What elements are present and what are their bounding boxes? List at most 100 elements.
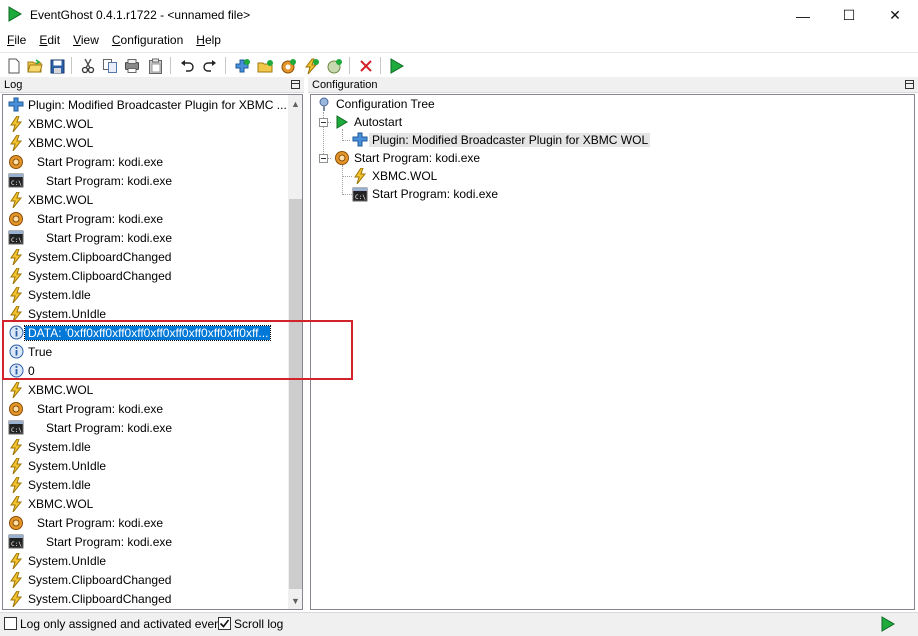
open-folder-icon [27, 59, 43, 73]
autostart-play-icon [333, 113, 351, 131]
redo-button[interactable] [200, 56, 220, 76]
add-event-icon [304, 58, 319, 74]
event-icon [7, 590, 25, 608]
collapse-macro-icon[interactable] [319, 154, 328, 163]
log-row-text: System.UnIdle [28, 553, 107, 568]
minimize-button[interactable]: — [780, 0, 826, 31]
add-action-button[interactable] [324, 56, 344, 76]
log-row[interactable]: Plugin: Modified Broadcaster Plugin for … [3, 95, 288, 114]
tree-item-autostart[interactable]: Autostart [333, 113, 404, 131]
log-row-text: Start Program: kodi.exe [46, 230, 173, 245]
status-bar: Log only assigned and activated events S… [0, 612, 918, 636]
cut-icon [81, 58, 95, 74]
log-row[interactable]: Start Program: kodi.exe [3, 152, 288, 171]
event-icon [7, 286, 25, 304]
tree-item-action[interactable]: C:\ Start Program: kodi.exe [351, 185, 500, 203]
log-row[interactable]: XBMC.WOL [3, 114, 288, 133]
save-button[interactable] [47, 56, 67, 76]
tree-plugin-label: Plugin: Modified Broadcaster Plugin for … [369, 133, 651, 147]
log-row[interactable]: System.ClipboardChanged [3, 266, 288, 285]
python-button[interactable] [122, 56, 142, 76]
macro-icon [7, 514, 25, 532]
execute-icon [390, 58, 404, 74]
log-row[interactable]: C:\ Start Program: kodi.exe [3, 171, 288, 190]
scroll-down-icon[interactable]: ▼ [288, 592, 302, 609]
log-row-text: XBMC.WOL [28, 192, 94, 207]
log-row[interactable]: System.Idle [3, 437, 288, 456]
undo-button[interactable] [177, 56, 197, 76]
add-macro-button[interactable] [278, 56, 298, 76]
plugin-icon [351, 131, 369, 149]
svg-text:C:\: C:\ [11, 427, 22, 434]
tree-item-root[interactable]: Configuration Tree [315, 95, 437, 113]
tree-item-event[interactable]: XBMC.WOL [351, 167, 439, 185]
config-panel-header: Configuration [308, 77, 918, 93]
window-title: EventGhost 0.4.1.r1722 - <unnamed file> [30, 8, 251, 22]
tree-item-macro[interactable]: Start Program: kodi.exe [333, 149, 482, 167]
event-icon [351, 167, 369, 185]
log-row[interactable]: Start Program: kodi.exe [3, 399, 288, 418]
svg-text:C:\: C:\ [11, 180, 22, 187]
scroll-log-checkbox[interactable] [218, 617, 231, 630]
log-row-text: Plugin: Modified Broadcaster Plugin for … [28, 97, 287, 112]
execute-button[interactable] [387, 56, 407, 76]
tree-item-plugin[interactable]: Plugin: Modified Broadcaster Plugin for … [351, 131, 651, 149]
event-icon [7, 438, 25, 456]
event-icon [7, 115, 25, 133]
log-row[interactable]: System.Idle [3, 475, 288, 494]
macro-icon [7, 210, 25, 228]
log-row[interactable]: C:\ Start Program: kodi.exe [3, 532, 288, 551]
log-row[interactable]: System.ClipboardChanged [3, 570, 288, 589]
log-row[interactable]: XBMC.WOL [3, 190, 288, 209]
scroll-log-label: Scroll log [234, 617, 284, 631]
close-window-button[interactable]: ✕ [872, 0, 918, 31]
log-row[interactable]: System.ClipboardChanged [3, 247, 288, 266]
menu-help[interactable]: Help [189, 31, 227, 51]
plugin-icon [7, 96, 25, 114]
paste-button[interactable] [145, 56, 165, 76]
log-row[interactable]: Start Program: kodi.exe [3, 209, 288, 228]
add-plugin-button[interactable] [232, 56, 252, 76]
delete-icon [360, 60, 372, 72]
log-row[interactable]: Start Program: kodi.exe [3, 513, 288, 532]
delete-button[interactable] [356, 56, 376, 76]
svg-text:C:\: C:\ [11, 237, 22, 244]
add-folder-button[interactable] [255, 56, 275, 76]
menu-view[interactable]: View [66, 31, 105, 51]
log-row[interactable]: XBMC.WOL [3, 380, 288, 399]
log-row[interactable]: C:\ Start Program: kodi.exe [3, 418, 288, 437]
cut-button[interactable] [78, 56, 98, 76]
clipboard-icon [125, 59, 139, 73]
log-row[interactable]: XBMC.WOL [3, 133, 288, 152]
scroll-up-icon[interactable]: ▲ [288, 95, 302, 112]
event-icon [7, 476, 25, 494]
log-row[interactable]: C:\ Start Program: kodi.exe [3, 228, 288, 247]
paste-icon [148, 58, 162, 74]
menu-configuration[interactable]: Configuration [105, 31, 189, 51]
log-row[interactable]: XBMC.WOL [3, 494, 288, 513]
log-row[interactable]: System.UnIdle [3, 551, 288, 570]
status-play-icon[interactable] [881, 616, 895, 635]
configuration-tree[interactable]: Configuration Tree Autostart Plugin: Mod… [310, 94, 915, 610]
new-file-button[interactable] [4, 56, 24, 76]
add-plugin-icon [235, 58, 250, 72]
config-panel-pin-icon[interactable] [905, 80, 914, 89]
add-event-button[interactable] [301, 56, 321, 76]
menu-file[interactable]: File [0, 31, 32, 51]
log-row-text: System.Idle [28, 477, 91, 492]
log-only-assigned-checkbox[interactable] [4, 617, 17, 630]
copy-button[interactable] [100, 56, 120, 76]
collapse-autostart-icon[interactable] [319, 118, 328, 127]
checkmark-icon [219, 619, 230, 628]
maximize-button[interactable]: ☐ [826, 0, 872, 31]
log-row-text: System.Idle [28, 439, 91, 454]
menu-edit[interactable]: Edit [32, 31, 66, 51]
log-row[interactable]: System.UnIdle [3, 456, 288, 475]
save-icon [50, 59, 64, 73]
log-panel-pin-icon[interactable] [291, 80, 300, 89]
log-row[interactable]: System.ClipboardChanged [3, 589, 288, 608]
scroll-thumb[interactable] [289, 199, 302, 589]
log-row[interactable]: System.Idle [3, 285, 288, 304]
program-icon: C:\ [7, 172, 25, 190]
open-button[interactable] [25, 56, 45, 76]
